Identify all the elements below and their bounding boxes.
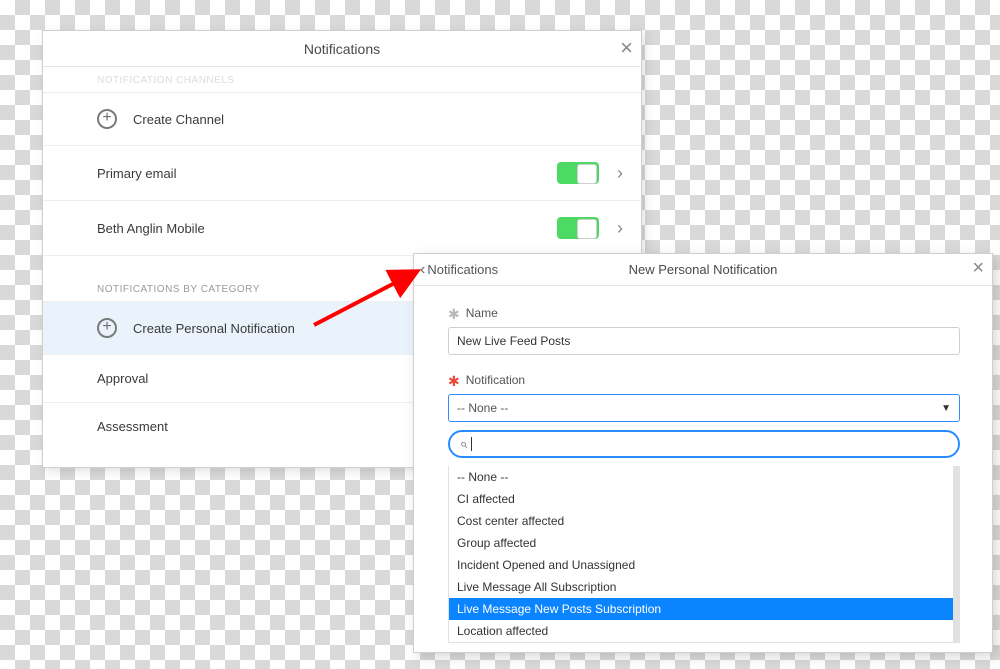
- section-channels-title: NOTIFICATION CHANNELS: [43, 67, 641, 93]
- required-indicator-icon: ✱: [448, 306, 460, 323]
- notification-dropdown: -- None --CI affectedCost center affecte…: [448, 430, 960, 643]
- name-label-row: ✱ Name: [448, 304, 960, 321]
- name-label: Name: [466, 306, 498, 320]
- notification-label-row: ✱ Notification: [448, 371, 960, 388]
- dropdown-search[interactable]: [448, 430, 960, 458]
- dropdown-options: -- None --CI affectedCost center affecte…: [448, 466, 960, 643]
- dropdown-option[interactable]: -- None --: [449, 466, 953, 488]
- required-indicator-icon: ✱: [448, 373, 460, 390]
- dropdown-option[interactable]: Location affected: [449, 620, 953, 642]
- new-notification-dialog: Notifications New Personal Notification …: [413, 253, 993, 653]
- dropdown-option[interactable]: CI affected: [449, 488, 953, 510]
- toggle-switch[interactable]: [557, 217, 599, 239]
- plus-icon: [97, 109, 117, 129]
- panel2-title: New Personal Notification: [629, 262, 778, 277]
- panel1-title: Notifications: [304, 41, 380, 57]
- channel-label: Primary email: [97, 166, 176, 181]
- plus-icon: [97, 318, 117, 338]
- dropdown-option[interactable]: Live Message All Subscription: [449, 576, 953, 598]
- caret-down-icon: [941, 403, 951, 414]
- create-personal-label: Create Personal Notification: [133, 321, 295, 336]
- dropdown-option[interactable]: Live Message New Posts Subscription: [449, 598, 953, 620]
- create-channel-label: Create Channel: [133, 112, 224, 127]
- chevron-right-icon[interactable]: [617, 218, 623, 239]
- channel-row[interactable]: Beth Anglin Mobile: [43, 201, 641, 256]
- select-value: -- None --: [457, 401, 508, 415]
- chevron-right-icon[interactable]: [617, 163, 623, 184]
- channel-label: Beth Anglin Mobile: [97, 221, 205, 236]
- text-cursor: [471, 437, 472, 451]
- category-label: Approval: [97, 371, 148, 386]
- dropdown-option[interactable]: Group affected: [449, 532, 953, 554]
- notification-select[interactable]: -- None --: [448, 394, 960, 422]
- panel2-body: ✱ Name ✱ Notification -- None -- -- None…: [414, 286, 992, 643]
- dropdown-option[interactable]: Incident Opened and Unassigned: [449, 554, 953, 576]
- search-icon: [460, 436, 467, 452]
- close-icon[interactable]: ×: [620, 35, 633, 61]
- dropdown-option[interactable]: Cost center affected: [449, 510, 953, 532]
- notification-label: Notification: [466, 373, 525, 387]
- category-label: Assessment: [97, 419, 168, 434]
- chevron-left-icon: [420, 261, 425, 279]
- panel1-header: Notifications ×: [43, 31, 641, 67]
- close-icon[interactable]: ×: [972, 257, 984, 280]
- channel-row[interactable]: Primary email: [43, 146, 641, 201]
- panel2-header: Notifications New Personal Notification …: [414, 254, 992, 286]
- name-input[interactable]: [448, 327, 960, 355]
- toggle-switch[interactable]: [557, 162, 599, 184]
- back-label: Notifications: [427, 262, 498, 277]
- back-button[interactable]: Notifications: [414, 261, 506, 279]
- create-channel-row[interactable]: Create Channel: [43, 93, 641, 146]
